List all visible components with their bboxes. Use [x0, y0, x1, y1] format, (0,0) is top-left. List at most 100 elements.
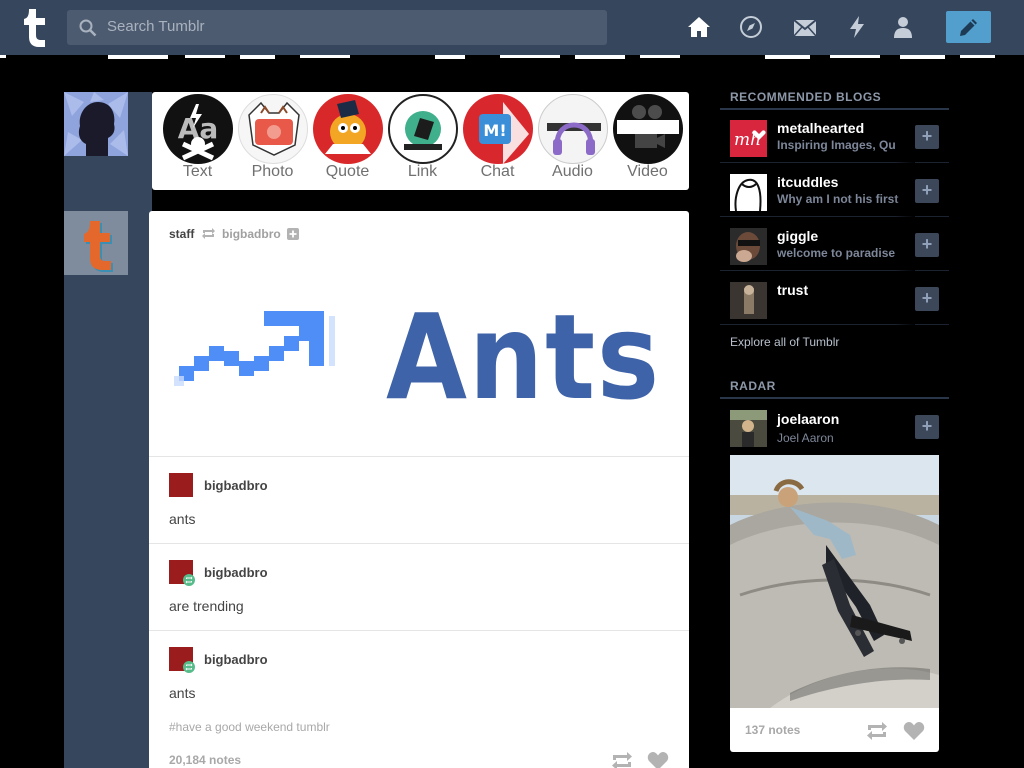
recommended-blog[interactable]: itcuddles Why am I not his first + — [720, 164, 949, 217]
radar-heading: RADAR — [730, 379, 776, 393]
post-type-audio[interactable]: Audio — [535, 92, 610, 190]
blog-name: giggle — [777, 228, 819, 244]
explore-link[interactable]: Explore all of Tumblr — [730, 335, 839, 349]
text-post-icon: Aa — [163, 94, 233, 164]
text-fade — [895, 164, 915, 217]
top-bar: Search Tumblr — [0, 0, 1024, 55]
recommended-blog[interactable]: trust + — [720, 272, 949, 325]
post-type-video[interactable]: Video — [610, 92, 685, 190]
joelaaron-avatar — [730, 410, 767, 447]
follow-plus-icon[interactable] — [287, 228, 300, 240]
recommended-blog[interactable]: mh metalhearted Inspiring Images, Qu + — [720, 110, 949, 163]
post-notes[interactable]: 20,184 notes — [169, 753, 241, 767]
blog-name: trust — [777, 282, 809, 298]
post-type-chat[interactable]: M! Chat — [460, 92, 535, 190]
text-fade — [895, 272, 915, 325]
activity-icon[interactable] — [845, 15, 869, 39]
chat-post-icon: M! — [463, 94, 533, 164]
radar-blog[interactable]: joelaaron Joel Aaron + — [720, 400, 949, 453]
text-fade — [895, 110, 915, 163]
recommended-heading: RECOMMENDED BLOGS — [730, 90, 882, 104]
post-header: staff bigbadbro — [169, 227, 300, 241]
post-author[interactable]: staff — [169, 227, 194, 241]
bigbadbro-avatar[interactable] — [169, 473, 193, 497]
reblog-entry-name[interactable]: bigbadbro — [204, 565, 268, 580]
pencil-icon — [960, 19, 977, 36]
post-type-label: Quote — [325, 163, 370, 180]
post-type-label: Photo — [251, 163, 294, 180]
reblog-entry-name[interactable]: bigbadbro — [204, 478, 268, 493]
giggle-avatar — [730, 228, 767, 265]
radar-post-card: 137 notes — [730, 455, 939, 752]
post-type-label: Text — [182, 163, 213, 180]
compose-button[interactable] — [946, 11, 991, 43]
account-icon[interactable] — [891, 15, 915, 39]
recommended-blog[interactable]: giggle welcome to paradise + — [720, 218, 949, 271]
user-avatar-image — [64, 92, 128, 156]
user-avatar[interactable] — [64, 92, 128, 156]
follow-button[interactable]: + — [915, 125, 939, 149]
trust-avatar — [730, 282, 767, 319]
bigbadbro-avatar[interactable] — [169, 560, 195, 586]
divider — [149, 456, 689, 457]
reblog-icon[interactable] — [611, 751, 633, 768]
trending-ants-image: Ants — [174, 306, 661, 411]
home-icon[interactable] — [687, 15, 711, 39]
audio-post-icon — [538, 94, 608, 164]
reblog-entry-text: are trending — [169, 598, 244, 614]
follow-button[interactable]: + — [915, 287, 939, 311]
post-type-label: Link — [407, 163, 438, 180]
divider — [720, 397, 949, 399]
header-decoration — [0, 55, 995, 59]
search-icon — [79, 19, 97, 37]
itcuddles-avatar — [730, 174, 767, 211]
reblog-icon[interactable] — [866, 721, 888, 741]
like-heart-icon[interactable] — [647, 751, 669, 768]
svg-text:Ants: Ants — [386, 306, 661, 411]
search-placeholder: Search Tumblr — [107, 18, 205, 35]
reblog-entry-name[interactable]: bigbadbro — [204, 652, 268, 667]
follow-button[interactable]: + — [915, 233, 939, 257]
dashboard-column — [64, 92, 152, 768]
explore-icon[interactable] — [739, 15, 763, 39]
reblog-icon — [201, 228, 215, 239]
reblog-badge-icon — [183, 574, 195, 586]
post-card: staff bigbadbro Ants bigbadbro ants bigb… — [149, 211, 689, 768]
post-type-label: Chat — [480, 163, 515, 180]
blog-name: itcuddles — [777, 174, 839, 190]
post-type-quote[interactable]: Quote — [310, 92, 385, 190]
bigbadbro-avatar[interactable] — [169, 647, 195, 673]
reblogged-from[interactable]: bigbadbro — [222, 227, 281, 241]
text-fade — [895, 218, 915, 271]
post-type-link[interactable]: Link — [385, 92, 460, 190]
staff-avatar[interactable] — [64, 211, 128, 275]
photo-post-icon — [238, 94, 308, 164]
quote-post-icon — [313, 94, 383, 164]
post-type-photo[interactable]: Photo — [235, 92, 310, 190]
inbox-icon[interactable] — [793, 16, 817, 40]
search-bar[interactable]: Search Tumblr — [67, 10, 607, 45]
follow-button[interactable]: + — [915, 415, 939, 439]
post-type-text[interactable]: Aa Text — [160, 92, 235, 190]
post-type-label: Audio — [552, 163, 593, 180]
metalhearted-avatar: mh — [730, 120, 767, 157]
blog-name: joelaaron — [777, 411, 840, 427]
like-heart-icon[interactable] — [903, 721, 925, 741]
radar-post-notes[interactable]: 137 notes — [745, 723, 800, 737]
reblog-badge-icon — [183, 661, 195, 673]
skateboarder-photo — [730, 455, 939, 708]
svg-text:M!: M! — [483, 121, 506, 140]
radar-post-image[interactable] — [730, 455, 939, 708]
post-type-bar: Aa Text Photo Quote Link M! Chat Audio V… — [152, 92, 689, 190]
staff-avatar-image — [64, 211, 128, 275]
reblog-entry-text: ants — [169, 685, 196, 701]
divider — [149, 630, 689, 631]
link-post-icon — [388, 94, 458, 164]
post-tags[interactable]: #have a good weekend tumblr — [169, 720, 330, 734]
blog-name: metalhearted — [777, 120, 865, 136]
text-fade — [895, 400, 915, 453]
tumblr-logo[interactable] — [17, 7, 49, 47]
divider — [149, 543, 689, 544]
reblog-entry-text: ants — [169, 511, 196, 527]
follow-button[interactable]: + — [915, 179, 939, 203]
